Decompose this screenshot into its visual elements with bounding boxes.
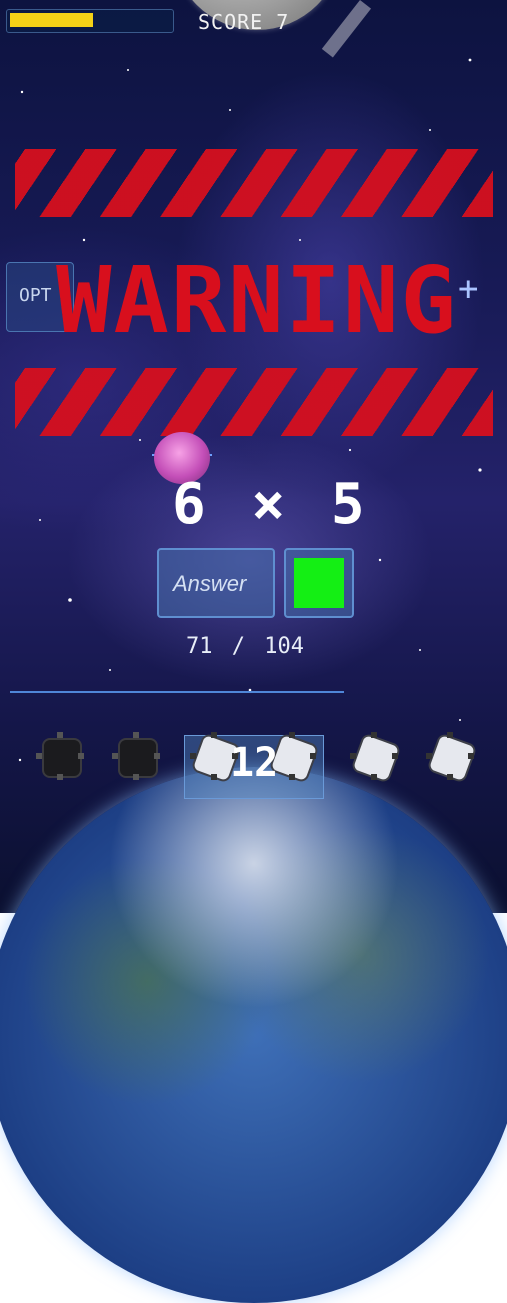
- fleet-ship-icon: [350, 732, 402, 784]
- fleet-ship-icon: [36, 732, 84, 780]
- score-label: SCORE 7: [198, 10, 290, 34]
- submit-indicator: [294, 558, 344, 608]
- health-bar: [6, 9, 174, 33]
- progress-total: 104: [264, 634, 304, 659]
- warning-stripe-bottom: [15, 368, 493, 436]
- progress-separator: /: [231, 634, 245, 659]
- fleet-ship-icon: [426, 732, 478, 784]
- warning-banner: WARNING: [47, 247, 467, 354]
- math-question: 6 × 5: [172, 472, 371, 537]
- question-progress: 71 / 104: [186, 634, 304, 659]
- fleet-counter: 12: [230, 740, 279, 786]
- earth-planet: [0, 767, 507, 1303]
- progress-current: 71: [186, 634, 213, 659]
- health-bar-fill: [10, 13, 93, 27]
- fleet-ship-icon: [112, 732, 160, 780]
- plus-icon[interactable]: +: [458, 272, 478, 306]
- divider-line: [10, 691, 344, 693]
- warning-stripe-top: [15, 149, 493, 217]
- submit-button[interactable]: [284, 548, 354, 618]
- answer-placeholder: Answer: [173, 571, 247, 596]
- answer-input[interactable]: Answer: [157, 548, 275, 618]
